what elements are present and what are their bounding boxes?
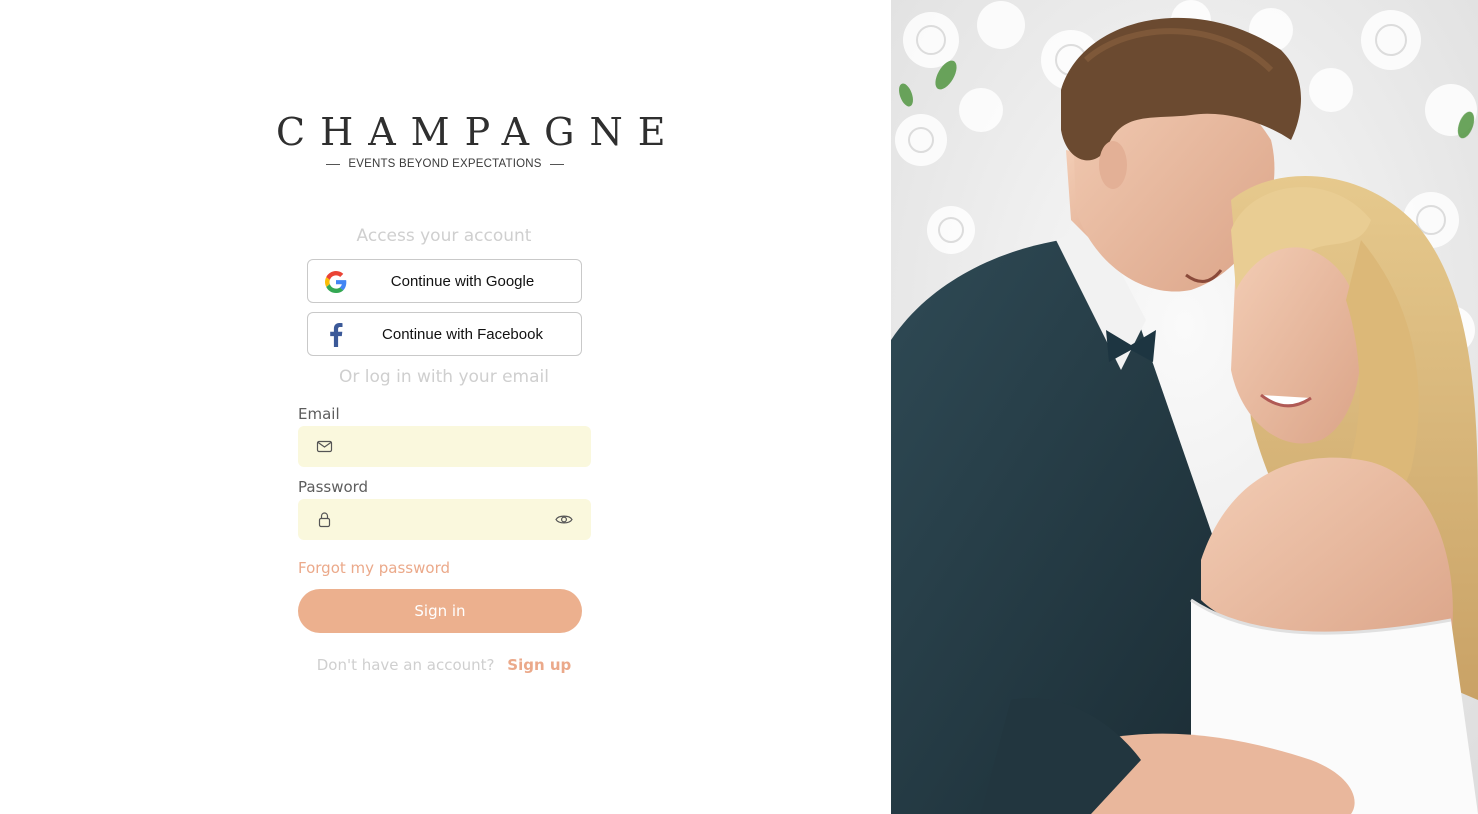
login-page: CHAMPAGNE EVENTS BEYOND EXPECTATIONS Acc… [0, 0, 1478, 814]
email-divider-text: Or log in with your email [339, 367, 549, 387]
email-field-container [298, 426, 591, 467]
password-label: Password [298, 478, 369, 496]
password-input[interactable] [344, 499, 544, 540]
tagline-dash-left [326, 163, 341, 165]
google-login-label: Continue with Google [390, 272, 535, 290]
facebook-icon [325, 323, 347, 347]
google-login-button[interactable]: Continue with Google [307, 259, 582, 303]
email-input[interactable] [344, 426, 544, 467]
sign-in-button[interactable]: Sign in [298, 589, 582, 633]
facebook-login-button[interactable]: Continue with Facebook [307, 312, 582, 356]
email-label: Email [298, 405, 340, 423]
brand-tagline-row: EVENTS BEYOND EXPECTATIONS [262, 158, 628, 170]
signup-question: Don't have an account? [316, 656, 495, 674]
hero-image [891, 0, 1478, 814]
mail-icon [316, 438, 333, 455]
forgot-password-link[interactable]: Forgot my password [298, 559, 450, 577]
login-panel: CHAMPAGNE EVENTS BEYOND EXPECTATIONS Acc… [0, 0, 891, 814]
brand-logo: CHAMPAGNE EVENTS BEYOND EXPECTATIONS [262, 110, 681, 170]
lock-icon [316, 511, 333, 528]
couple-photo [891, 0, 1478, 814]
password-field-container [298, 499, 591, 540]
eye-icon[interactable] [555, 511, 573, 528]
brand-tagline: EVENTS BEYOND EXPECTATIONS [348, 158, 542, 170]
signup-prompt: Don't have an account? Sign up [0, 656, 888, 674]
google-icon [325, 271, 347, 293]
brand-name: CHAMPAGNE [276, 110, 681, 154]
login-heading: Access your account [356, 226, 532, 246]
facebook-login-label: Continue with Facebook [382, 325, 543, 343]
sign-up-link[interactable]: Sign up [507, 656, 571, 674]
tagline-dash-right [549, 163, 564, 165]
